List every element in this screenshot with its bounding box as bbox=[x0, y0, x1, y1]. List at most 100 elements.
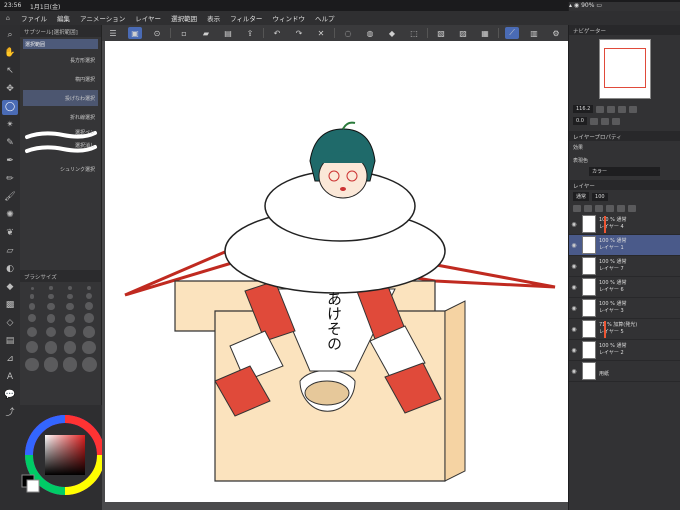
new-layer-icon[interactable] bbox=[573, 205, 581, 212]
visibility-eye-icon[interactable]: ◉ bbox=[569, 242, 579, 249]
pencil-tool-icon[interactable]: ✏ bbox=[2, 172, 18, 187]
visibility-eye-icon[interactable]: ◉ bbox=[569, 347, 579, 354]
move-layer-tool-icon[interactable]: ✥ bbox=[2, 82, 18, 97]
app-logo-icon[interactable]: ⌂ bbox=[0, 14, 16, 22]
subtool-lasso-select[interactable]: 投げなわ選択 bbox=[23, 90, 98, 106]
redo-icon[interactable]: ↷ bbox=[292, 27, 306, 39]
new-file-icon[interactable]: ▫ bbox=[177, 27, 191, 39]
eyedropper-tool-icon[interactable]: ✎ bbox=[2, 136, 18, 151]
new-folder-icon[interactable] bbox=[584, 205, 592, 212]
clip-icon[interactable] bbox=[595, 205, 603, 212]
visibility-eye-icon[interactable]: ◉ bbox=[569, 305, 579, 312]
fill-icon[interactable]: ◆ bbox=[385, 27, 399, 39]
subtool-selection-pen[interactable]: 選択ペン 選択消し bbox=[23, 129, 98, 157]
brush-tool-icon[interactable]: 🖌 bbox=[2, 190, 18, 205]
subtool-rect-select[interactable]: 長方形選択 bbox=[23, 52, 98, 68]
settings-icon[interactable]: ⚙ bbox=[549, 27, 563, 39]
visibility-eye-icon[interactable]: ◉ bbox=[569, 368, 579, 375]
brush-size-option[interactable] bbox=[81, 357, 97, 373]
brush-size-option[interactable] bbox=[47, 302, 55, 310]
menu-animation[interactable]: アニメーション bbox=[75, 13, 130, 23]
brush-size-option[interactable] bbox=[66, 302, 74, 311]
visibility-eye-icon[interactable]: ◉ bbox=[569, 263, 579, 270]
zoom-field[interactable]: 116.2 bbox=[573, 105, 594, 113]
brush-size-option[interactable] bbox=[64, 326, 76, 338]
correct-line-tool-icon[interactable]: ⤴ bbox=[2, 406, 18, 421]
pen-tool-icon[interactable]: ✒ bbox=[2, 154, 18, 169]
mask-icon[interactable] bbox=[617, 205, 625, 212]
snap-grid-icon[interactable]: ▦ bbox=[478, 27, 492, 39]
layer-row[interactable]: ◉ 100 % 通常 レイヤー 2 bbox=[569, 340, 680, 361]
actual-size-icon[interactable] bbox=[629, 105, 638, 113]
brush-size-option[interactable] bbox=[63, 340, 77, 354]
transform-icon[interactable]: ⬚ bbox=[407, 27, 421, 39]
eraser-tool-icon[interactable]: ▱ bbox=[2, 244, 18, 259]
menu-layer[interactable]: レイヤー bbox=[130, 13, 166, 23]
zoom-tool-icon[interactable]: ⌕ bbox=[2, 28, 18, 43]
stabilizer-icon[interactable]: ⟋ bbox=[505, 27, 519, 39]
frame-tool-icon[interactable]: ▤ bbox=[2, 334, 18, 349]
visibility-eye-icon[interactable]: ◉ bbox=[569, 284, 579, 291]
brush-size-option[interactable] bbox=[27, 314, 37, 323]
brush-size-option[interactable] bbox=[67, 293, 73, 300]
save-icon[interactable]: ▤ bbox=[221, 27, 235, 39]
deselect-icon[interactable]: ◌ bbox=[341, 27, 355, 39]
text-tool-icon[interactable]: A bbox=[2, 370, 18, 385]
lasso-tool-icon[interactable]: ◯ bbox=[2, 100, 18, 115]
navigator-preview[interactable] bbox=[599, 39, 651, 99]
brush-size-option[interactable] bbox=[68, 286, 72, 291]
brush-size-option[interactable] bbox=[44, 341, 58, 354]
brush-size-option[interactable] bbox=[85, 293, 93, 300]
flip-icon[interactable] bbox=[611, 117, 620, 125]
brush-size-option[interactable] bbox=[49, 286, 53, 290]
brush-size-option[interactable] bbox=[45, 326, 57, 338]
subtool-polyline-select[interactable]: 折れ線選択 bbox=[23, 109, 98, 125]
menu-selection[interactable]: 選択範囲 bbox=[166, 13, 202, 23]
layer-row[interactable]: ◉ 100 % 通常 レイヤー 1 bbox=[569, 235, 680, 256]
opacity-field[interactable]: 100 bbox=[592, 192, 608, 201]
zoom-in-icon[interactable] bbox=[607, 105, 616, 113]
layer-row[interactable]: ◉ 100 % 通常 レイヤー 4 bbox=[569, 214, 680, 235]
brush-size-option[interactable] bbox=[43, 357, 59, 372]
menu-edit[interactable]: 編集 bbox=[52, 13, 75, 23]
layer-row[interactable]: ◉ 100 % 通常 レイヤー 3 bbox=[569, 298, 680, 319]
quick-access-icon[interactable]: ▣ bbox=[128, 27, 142, 39]
invert-selection-icon[interactable]: ◍ bbox=[363, 27, 377, 39]
subtool-ellipse-select[interactable]: 楕円選択 bbox=[23, 71, 98, 87]
open-folder-icon[interactable]: ▰ bbox=[199, 27, 213, 39]
hand-tool-icon[interactable]: ✋ bbox=[2, 46, 18, 61]
snap-ruler-icon[interactable]: ▨ bbox=[456, 27, 470, 39]
ruler-icon[interactable]: ▥ bbox=[527, 27, 541, 39]
fit-icon[interactable] bbox=[618, 105, 627, 113]
color-wheel[interactable] bbox=[20, 405, 105, 510]
menu-file[interactable]: ファイル bbox=[16, 13, 52, 23]
airbrush-tool-icon[interactable]: ✺ bbox=[2, 208, 18, 223]
brush-size-option[interactable] bbox=[48, 293, 54, 300]
brush-size-option[interactable] bbox=[62, 357, 78, 372]
clear-icon[interactable]: ✕ bbox=[314, 27, 328, 39]
brush-size-option[interactable] bbox=[26, 341, 38, 354]
layer-row[interactable]: ◉ 用紙 bbox=[569, 361, 680, 382]
rotate-right-icon[interactable] bbox=[600, 117, 609, 125]
brush-size-option[interactable] bbox=[26, 326, 38, 338]
zoom-out-icon[interactable] bbox=[596, 105, 605, 113]
angle-field[interactable]: 0.0 bbox=[573, 117, 587, 125]
fill-tool-icon[interactable]: ◆ bbox=[2, 280, 18, 295]
layer-row[interactable]: ◉ 71 % 加算(発光) レイヤー 5 bbox=[569, 319, 680, 340]
companion-icon[interactable]: ⊙ bbox=[150, 27, 164, 39]
brush-size-option[interactable] bbox=[82, 340, 96, 355]
blend-tool-icon[interactable]: ◐ bbox=[2, 262, 18, 277]
brush-size-option[interactable] bbox=[85, 302, 93, 311]
menu-help[interactable]: ヘルプ bbox=[310, 13, 340, 23]
brush-size-option[interactable] bbox=[30, 286, 34, 290]
delete-layer-icon[interactable] bbox=[628, 205, 636, 212]
brush-size-option[interactable] bbox=[46, 313, 56, 323]
brush-size-option[interactable] bbox=[65, 313, 75, 323]
layer-row[interactable]: ◉ 100 % 通常 レイヤー 6 bbox=[569, 277, 680, 298]
figure-tool-icon[interactable]: ◇ bbox=[2, 316, 18, 331]
decoration-tool-icon[interactable]: ❦ bbox=[2, 226, 18, 241]
balloon-tool-icon[interactable]: 💬 bbox=[2, 388, 18, 403]
visibility-eye-icon[interactable]: ◉ bbox=[569, 326, 579, 333]
subtool-group-tab[interactable]: 選択範囲 bbox=[23, 39, 98, 49]
menu-view[interactable]: 表示 bbox=[202, 13, 225, 23]
